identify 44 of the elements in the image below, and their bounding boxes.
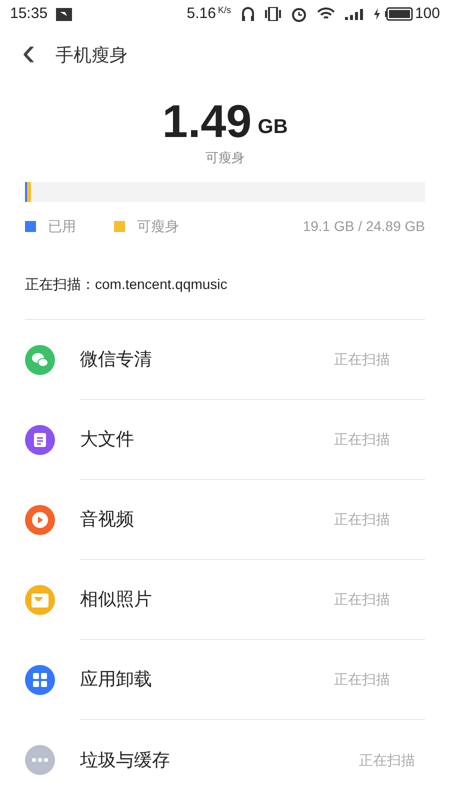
charging-icon bbox=[372, 8, 381, 20]
chat-bubbles-icon bbox=[31, 351, 49, 369]
scan-status: 正在扫描 bbox=[359, 750, 415, 770]
image-icon bbox=[31, 592, 49, 608]
category-title: 微信专清 bbox=[80, 348, 153, 371]
scan-status: 正在扫描 bbox=[334, 510, 390, 529]
page-title: 手机瘦身 bbox=[55, 44, 128, 66]
scan-status: 正在扫描 bbox=[334, 430, 390, 449]
size-unit: GB bbox=[258, 115, 288, 140]
legend-label: 已用 bbox=[48, 216, 76, 236]
image-notification-icon bbox=[56, 8, 72, 20]
size-caption: 可瘦身 bbox=[206, 149, 244, 167]
category-title: 相似照片 bbox=[80, 588, 153, 611]
headphones-icon bbox=[240, 6, 255, 22]
category-row[interactable]: 应用卸载 正在扫描 bbox=[0, 640, 450, 720]
battery-level: 100 bbox=[414, 4, 440, 24]
category-title: 应用卸载 bbox=[80, 668, 153, 691]
clock-time: 15:35 bbox=[10, 4, 48, 24]
battery-icon bbox=[384, 7, 413, 21]
storage-total: 19.1 GB / 24.89 GB bbox=[302, 216, 425, 236]
slimmable-size: 1.49 bbox=[162, 98, 252, 144]
legend-label: 可瘦身 bbox=[137, 216, 179, 236]
wifi-icon bbox=[316, 7, 335, 21]
category-row[interactable]: 音视频 正在扫描 bbox=[0, 480, 450, 560]
back-button[interactable]: ‹ bbox=[22, 32, 36, 72]
scan-status: 正在扫描 bbox=[334, 590, 390, 609]
alarm-clock-icon bbox=[290, 6, 307, 22]
category-title: 音视频 bbox=[80, 508, 135, 531]
document-icon bbox=[33, 432, 47, 448]
category-row[interactable]: 相似照片 正在扫描 bbox=[0, 560, 450, 640]
play-icon bbox=[31, 511, 49, 529]
speed-unit: K/s bbox=[218, 4, 231, 17]
scan-status: 正在扫描 bbox=[334, 350, 390, 369]
scan-status: 正在扫描 bbox=[334, 670, 390, 689]
network-speed: 5.16 bbox=[186, 4, 216, 24]
more-icon bbox=[32, 758, 48, 762]
category-row[interactable]: 垃圾与缓存 正在扫描 bbox=[0, 720, 450, 800]
category-title: 大文件 bbox=[80, 428, 135, 451]
scanning-status: 正在扫描：com.tencent.qqmusic bbox=[25, 275, 228, 294]
grid-icon bbox=[32, 672, 48, 688]
category-row[interactable]: 大文件 正在扫描 bbox=[0, 400, 450, 480]
category-row[interactable]: 微信专清 正在扫描 bbox=[0, 320, 450, 400]
category-title: 垃圾与缓存 bbox=[80, 748, 171, 772]
vibrate-icon bbox=[264, 7, 281, 21]
